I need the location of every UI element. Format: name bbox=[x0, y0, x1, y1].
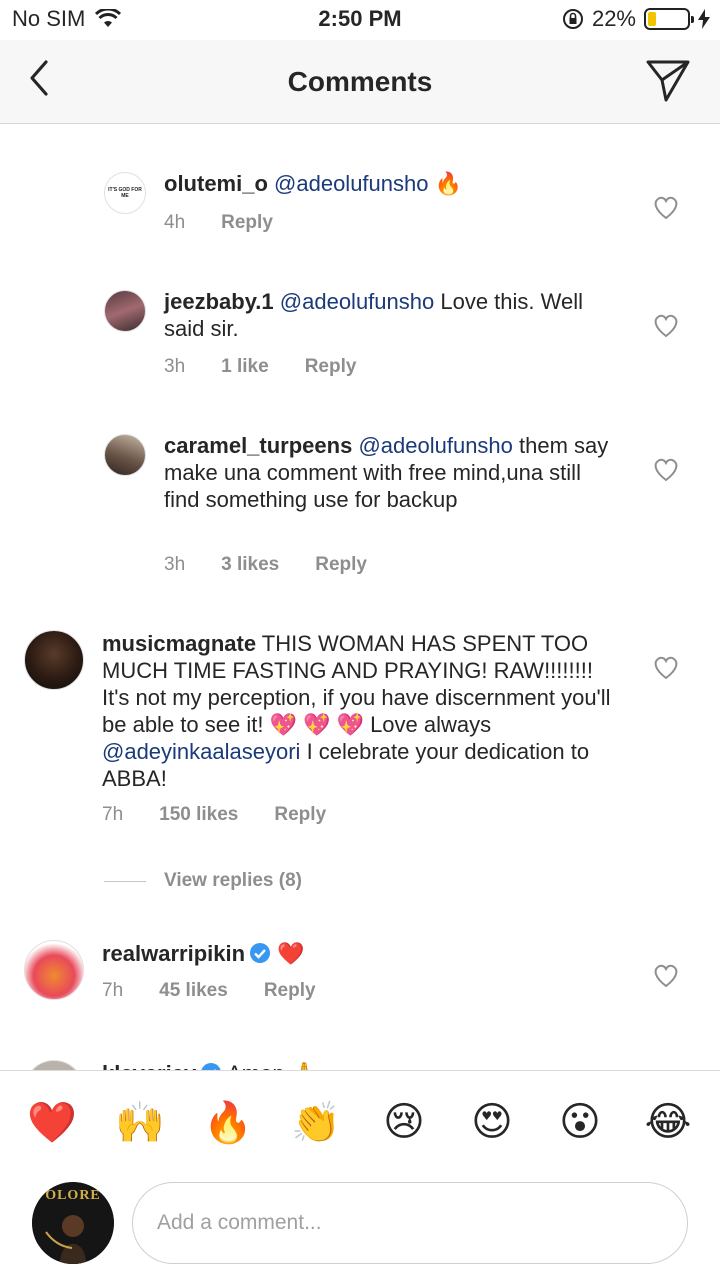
comment-input-bar: OLORE bbox=[0, 1178, 720, 1280]
comments-list: IT'S GOD FOR ME olutemi_o @adeolufunsho … bbox=[0, 124, 720, 1070]
comment-meta: 7h 45 likes Reply bbox=[102, 980, 316, 1002]
avatar[interactable] bbox=[24, 630, 84, 690]
comment-time: 4h bbox=[164, 212, 186, 233]
reply-button[interactable]: Reply bbox=[315, 554, 367, 576]
comment-username[interactable]: jeezbaby.1 bbox=[164, 289, 274, 314]
avatar[interactable] bbox=[24, 1060, 84, 1070]
comment-text: kleverjay Amen 🙏 bbox=[102, 1060, 612, 1070]
comment-username[interactable]: musicmagnate bbox=[102, 631, 256, 656]
comment-time: 7h bbox=[102, 804, 124, 825]
comment-meta: 3h 1 like Reply bbox=[164, 356, 356, 378]
comment-username[interactable]: olutemi_o bbox=[164, 171, 268, 196]
verified-badge-icon bbox=[201, 1063, 221, 1070]
emoji-heart[interactable]: ❤️ bbox=[27, 1099, 77, 1146]
view-replies-button[interactable]: View replies (8) bbox=[104, 870, 302, 892]
avatar[interactable] bbox=[24, 940, 84, 1000]
divider bbox=[104, 880, 146, 882]
avatar-label: OLORE bbox=[45, 1188, 101, 1203]
heart-icon[interactable] bbox=[652, 962, 680, 988]
likes-count[interactable]: 1 like bbox=[221, 356, 269, 378]
view-replies-label: View replies (8) bbox=[164, 870, 302, 891]
heart-icon[interactable] bbox=[652, 456, 680, 482]
battery-percent: 22% bbox=[591, 6, 636, 31]
heart-icon[interactable] bbox=[652, 194, 680, 220]
comment-meta: 4h Reply bbox=[164, 212, 273, 234]
comment-body: ❤️ bbox=[277, 941, 305, 966]
emoji-laughing[interactable]: 😂 bbox=[643, 1099, 693, 1145]
comment-mention[interactable]: @adeyinkaalaseyori bbox=[102, 739, 300, 764]
reply-button[interactable]: Reply bbox=[274, 804, 326, 826]
comment-mention[interactable]: @adeolufunsho bbox=[274, 171, 428, 196]
reply-button[interactable]: Reply bbox=[221, 212, 273, 234]
emoji-heart-eyes[interactable]: 😍 bbox=[467, 1099, 517, 1145]
comment-text: jeezbaby.1 @adeolufunsho Love this. Well… bbox=[164, 288, 604, 342]
comment-mention[interactable]: @adeolufunsho bbox=[280, 289, 434, 314]
battery-icon bbox=[644, 8, 694, 30]
comment-text: realwarripikin ❤️ bbox=[102, 940, 612, 967]
comment-username[interactable]: kleverjay bbox=[102, 1061, 196, 1070]
comment-time: 3h bbox=[164, 554, 186, 575]
comment-body: Amen 🙏 bbox=[227, 1061, 318, 1070]
comment-body: 🔥 bbox=[434, 171, 463, 196]
comment-text: caramel_turpeens @adeolufunsho them say … bbox=[164, 432, 614, 513]
emoji-surprised[interactable]: 😮 bbox=[555, 1099, 605, 1145]
emoji-raised-hands[interactable]: 🙌 bbox=[115, 1099, 165, 1146]
heart-icon[interactable] bbox=[652, 654, 680, 680]
current-user-avatar: OLORE bbox=[32, 1182, 114, 1264]
likes-count[interactable]: 150 likes bbox=[159, 804, 238, 826]
reply-button[interactable]: Reply bbox=[264, 980, 316, 1002]
paper-plane-icon[interactable] bbox=[644, 56, 692, 104]
likes-count[interactable]: 45 likes bbox=[159, 980, 228, 1002]
comment-meta: 7h 150 likes Reply bbox=[102, 804, 326, 826]
page-title: Comments bbox=[287, 66, 433, 97]
status-bar: No SIM 2:50 PM 22% bbox=[0, 0, 720, 40]
emoji-fire[interactable]: 🔥 bbox=[203, 1099, 253, 1146]
comment-mention[interactable]: @adeolufunsho bbox=[358, 433, 512, 458]
avatar[interactable] bbox=[104, 434, 146, 476]
emoji-clap[interactable]: 👏 bbox=[291, 1099, 341, 1146]
comment-username[interactable]: realwarripikin bbox=[102, 941, 245, 966]
verified-badge-icon bbox=[250, 943, 271, 963]
comment-time: 7h bbox=[102, 980, 124, 1001]
comment-text: musicmagnate THIS WOMAN HAS SPENT TOO MU… bbox=[102, 630, 612, 792]
emoji-crying[interactable]: 😢 bbox=[379, 1099, 429, 1145]
battery-fill bbox=[648, 12, 656, 26]
comment-meta: 3h 3 likes Reply bbox=[164, 554, 367, 576]
comment-username[interactable]: caramel_turpeens bbox=[164, 433, 352, 458]
avatar-label: IT'S GOD FOR ME bbox=[108, 187, 142, 199]
comment-time: 3h bbox=[164, 356, 186, 377]
avatar[interactable]: IT'S GOD FOR ME bbox=[104, 172, 146, 214]
charging-bolt-icon bbox=[698, 9, 710, 29]
orientation-lock-icon bbox=[562, 9, 583, 29]
comment-text: olutemi_o @adeolufunsho 🔥 bbox=[164, 170, 604, 197]
emoji-bar: ❤️ 🙌 🔥 👏 😢 😍 😮 😂 bbox=[0, 1070, 720, 1178]
likes-count[interactable]: 3 likes bbox=[221, 554, 279, 576]
heart-icon[interactable] bbox=[652, 312, 680, 338]
avatar[interactable] bbox=[104, 290, 146, 332]
status-right: 22% bbox=[562, 6, 710, 32]
reply-button[interactable]: Reply bbox=[305, 356, 357, 378]
nav-header: Comments bbox=[0, 40, 720, 124]
comment-input[interactable] bbox=[132, 1182, 688, 1264]
